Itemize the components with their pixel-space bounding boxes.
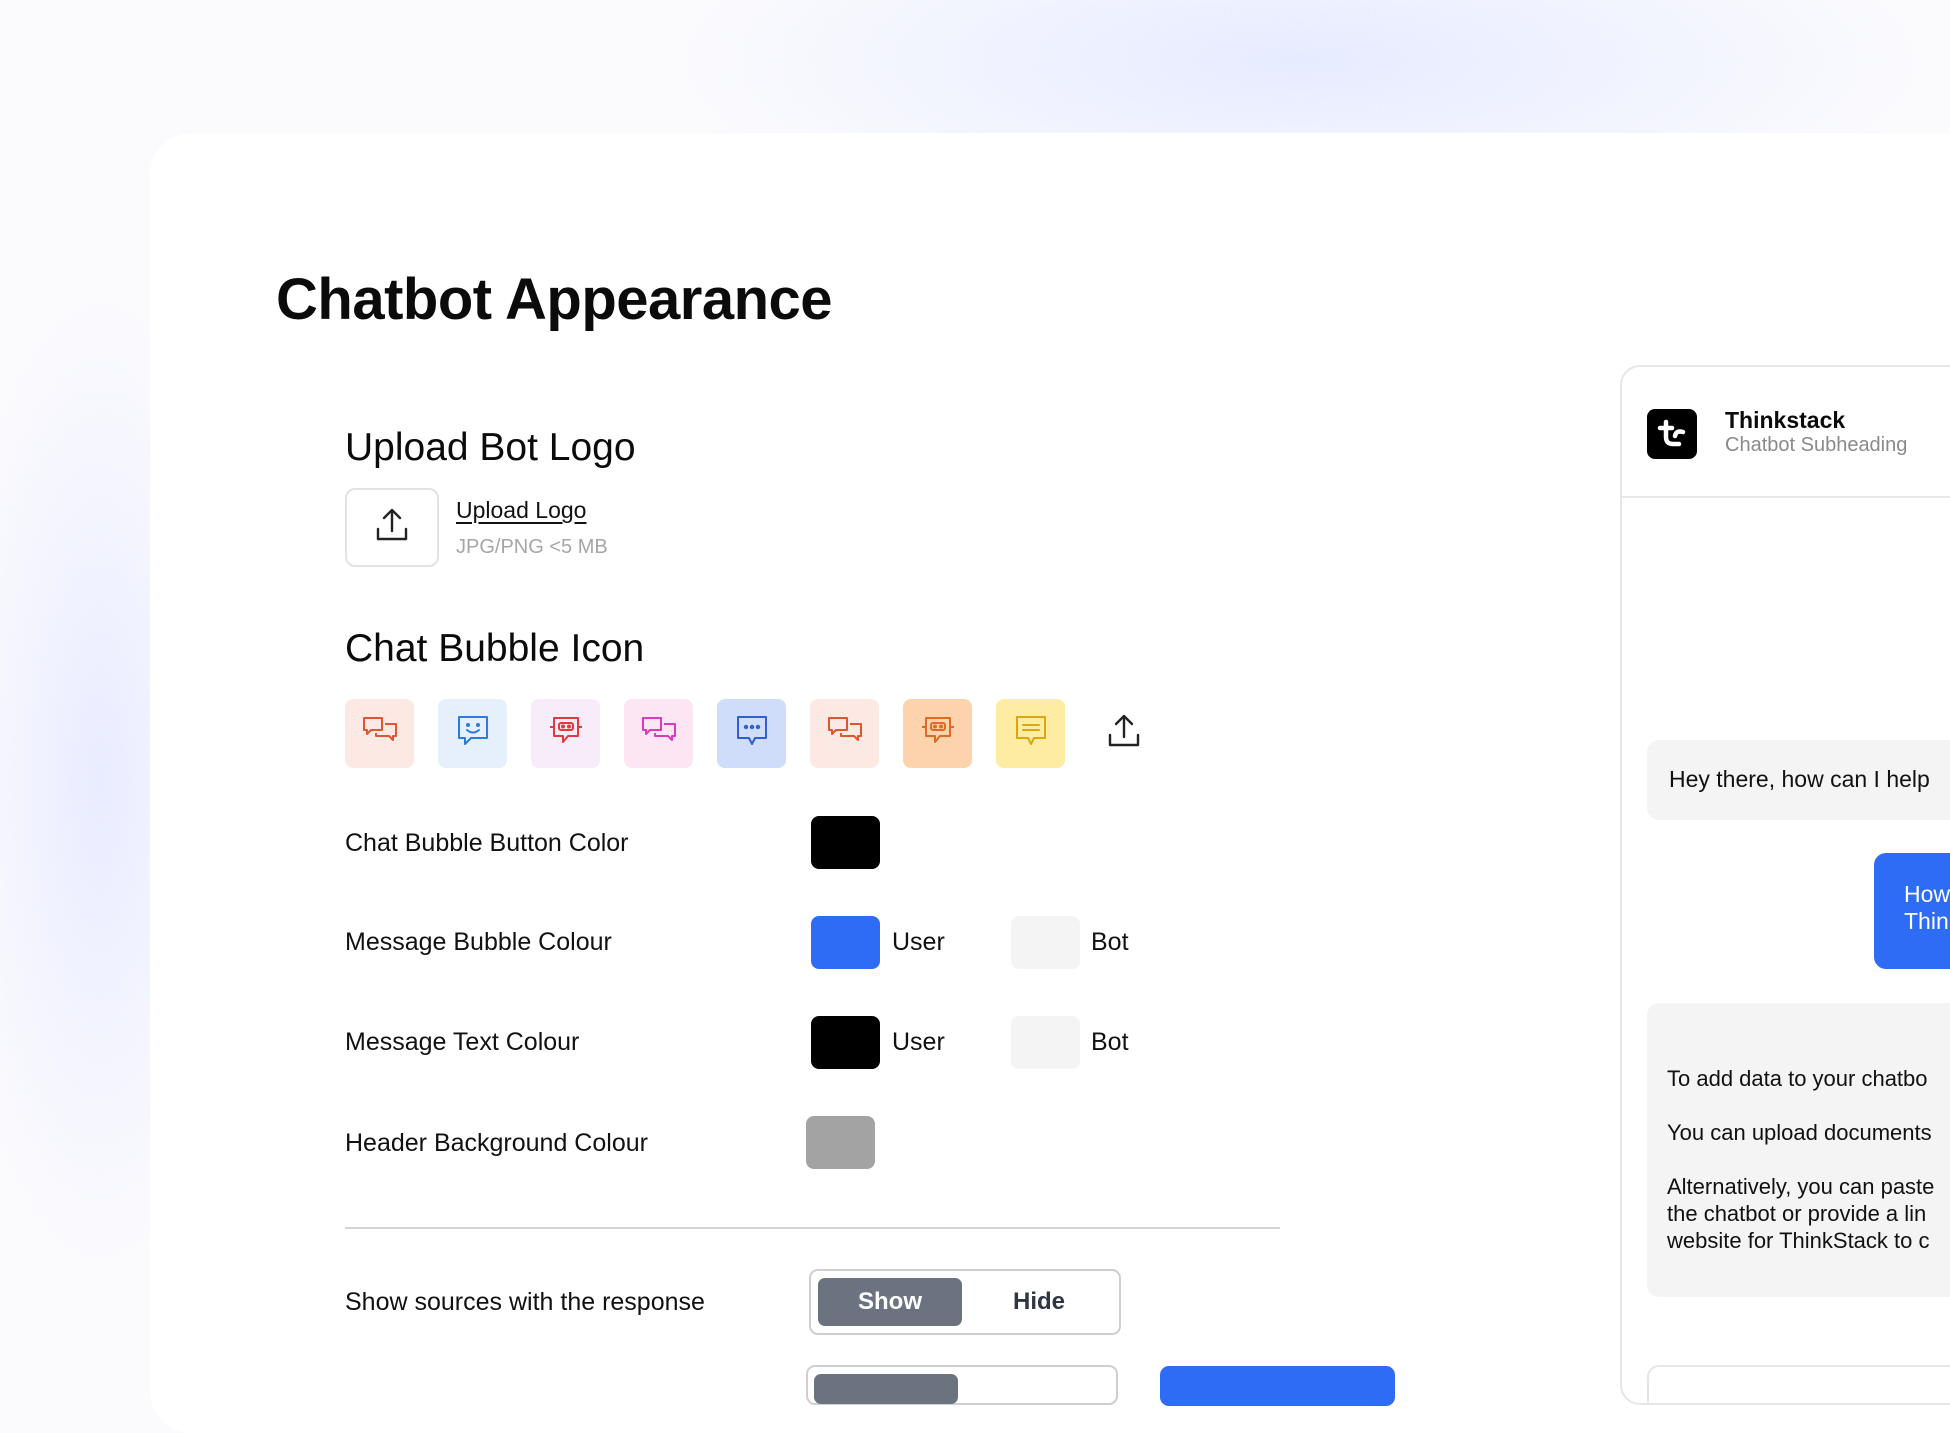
bot-reply-line: the chatbot or provide a lin (1667, 1201, 1927, 1226)
show-option[interactable]: Show (818, 1278, 962, 1326)
secondary-toggle-knob (814, 1374, 958, 1404)
show-sources-toggle: Show Hide (809, 1269, 1121, 1335)
chat-bubble-button-color-label: Chat Bubble Button Color (345, 829, 629, 857)
chat-bubbles-icon (362, 715, 398, 752)
preview-message-input[interactable] (1647, 1365, 1950, 1403)
section-divider (345, 1227, 1280, 1229)
message-text-bot-swatch[interactable] (1011, 1016, 1080, 1069)
smiley-chat-icon (456, 714, 490, 753)
upload-logo-link[interactable]: Upload Logo (456, 497, 586, 524)
chat-bubble-option-6[interactable] (810, 699, 879, 768)
message-text-user-swatch[interactable] (811, 1016, 880, 1069)
chat-bubble-option-4[interactable] (624, 699, 693, 768)
primary-action-button[interactable] (1160, 1366, 1395, 1406)
message-text-colour-label: Message Text Colour (345, 1028, 580, 1056)
upload-logo-button[interactable] (345, 488, 439, 567)
robot-chat-icon (548, 714, 584, 753)
chat-preview-panel: Thinkstack Chatbot Subheading Hey there,… (1620, 365, 1950, 1405)
message-bubble-colour-label: Message Bubble Colour (345, 928, 612, 956)
chat-bubble-option-7[interactable] (903, 699, 972, 768)
chat-bubble-option-2[interactable] (438, 699, 507, 768)
bot-reply-paragraph: To add data to your chatbo (1667, 1066, 1928, 1091)
chat-bubble-icon-title: Chat Bubble Icon (345, 627, 645, 670)
preview-header: Thinkstack Chatbot Subheading (1622, 367, 1950, 498)
bot-greeting-text: Hey there, how can I help (1669, 766, 1930, 792)
user-message-line: How (1904, 881, 1950, 907)
preview-bot-reply: To add data to your chatbo You can uploa… (1647, 1003, 1950, 1297)
chat-bubble-option-5[interactable] (717, 699, 786, 768)
show-sources-label: Show sources with the response (345, 1288, 705, 1316)
chat-bubble-icon-options (345, 699, 1158, 768)
chat-bubble-option-1[interactable] (345, 699, 414, 768)
upload-icon (375, 507, 409, 548)
hide-option[interactable]: Hide (967, 1278, 1111, 1326)
message-text-user-label: User (892, 1028, 945, 1056)
header-background-colour-label: Header Background Colour (345, 1129, 648, 1157)
upload-logo-title: Upload Bot Logo (345, 426, 636, 469)
message-bubble-user-swatch[interactable] (811, 916, 880, 969)
preview-bot-name: Thinkstack (1725, 407, 1846, 433)
bot-reply-line: Alternatively, you can paste (1667, 1174, 1935, 1199)
chat-bubble-option-3[interactable] (531, 699, 600, 768)
dots-chat-icon (735, 714, 769, 753)
chat-bubbles-icon (641, 715, 677, 752)
preview-bot-subheading: Chatbot Subheading (1725, 434, 1908, 456)
user-message-line: Thin (1904, 908, 1949, 934)
preview-bot-message: Hey there, how can I help (1647, 740, 1950, 820)
chat-bubble-button-color-swatch[interactable] (811, 816, 880, 869)
message-bubble-bot-swatch[interactable] (1011, 916, 1080, 969)
chat-bubbles-icon (827, 715, 863, 752)
bot-reply-paragraph: You can upload documents (1667, 1120, 1932, 1145)
message-text-bot-label: Bot (1091, 1028, 1129, 1056)
chat-bubble-option-8[interactable] (996, 699, 1065, 768)
robot-chat-icon (920, 714, 956, 753)
bot-reply-line: website for ThinkStack to c (1667, 1228, 1930, 1253)
lines-chat-icon (1014, 714, 1048, 753)
upload-logo-hint: JPG/PNG <5 MB (456, 536, 608, 558)
thinkstack-logo-icon (1647, 409, 1697, 459)
preview-user-message: How Thin (1874, 853, 1950, 969)
secondary-toggle[interactable] (806, 1365, 1118, 1405)
header-background-colour-swatch[interactable] (806, 1116, 875, 1169)
message-bubble-user-label: User (892, 928, 945, 956)
message-bubble-bot-label: Bot (1091, 928, 1129, 956)
upload-icon (1107, 713, 1141, 754)
page-title: Chatbot Appearance (276, 267, 833, 332)
upload-custom-icon-button[interactable] (1089, 699, 1158, 768)
